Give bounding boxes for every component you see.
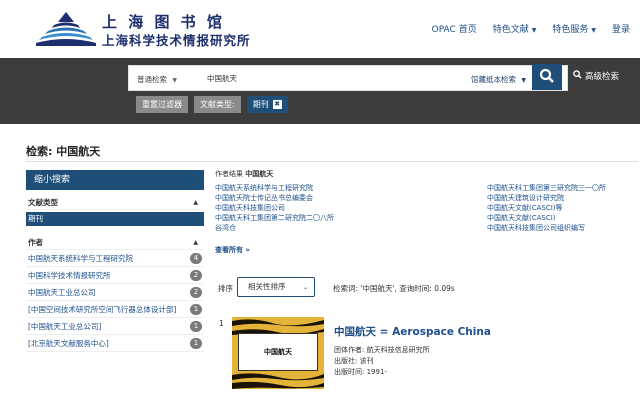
author-link[interactable]: 中国航天建筑设计研究院 bbox=[487, 193, 637, 203]
result-number: 1 bbox=[219, 319, 224, 328]
library-logo[interactable]: 上 海 图 书 馆 上海科学技术情报研究所 bbox=[36, 10, 266, 50]
chevron-down-icon: ▼ bbox=[521, 77, 527, 84]
chevron-down-icon: ▼ bbox=[172, 77, 178, 84]
facet-author-item[interactable]: 中国科学技术情报研究所 2 bbox=[26, 267, 204, 284]
facet-author-item[interactable]: 中国航天系统科学与工程研究院 4 bbox=[26, 250, 204, 267]
logo-title: 上 海 图 书 馆 bbox=[102, 13, 225, 31]
nav-login[interactable]: 登录 bbox=[612, 22, 630, 35]
author-link[interactable]: 中国航天系统科学与工程研究院 bbox=[215, 183, 465, 193]
search-scope-select[interactable]: 普通检索 ▼ bbox=[137, 74, 177, 85]
cover-title: 中国航天 bbox=[238, 333, 318, 371]
reset-filters-button[interactable]: 重置过滤器 bbox=[136, 96, 188, 113]
see-all-authors-link[interactable]: 查看所有 » bbox=[215, 245, 250, 255]
author-link[interactable]: 中国航天科技集团公司 bbox=[215, 203, 465, 213]
nav-special-collections[interactable]: 特色文献 ▼ bbox=[493, 22, 537, 35]
facet-doctype-title[interactable]: 文献类型 ▲ bbox=[26, 196, 204, 210]
facet-author-title[interactable]: 作者 ▲ bbox=[26, 236, 204, 250]
top-navigation: OPAC 首页 特色文献 ▼ 特色服务 ▼ 登录 bbox=[432, 22, 630, 35]
facet-author-item[interactable]: [中国空间技术研究所空间飞行器总体设计部] 1 bbox=[26, 301, 204, 318]
author-link[interactable]: 中国航天科工集团第三研究院三一〇所 bbox=[487, 183, 637, 193]
result-metadata: 团体作者: 航天科技信息研究所 出版社: 该刊 出版时间: 1991- bbox=[334, 346, 430, 376]
nav-opac-home[interactable]: OPAC 首页 bbox=[432, 22, 477, 35]
facet-author-item[interactable]: [中国航天工业总公司] 1 bbox=[26, 318, 204, 335]
search-icon bbox=[573, 70, 582, 82]
count-badge: 4 bbox=[190, 252, 202, 264]
author-links-column: 中国航天系统科学与工程研究院 中国航天院士传记丛书总编委会 中国航天科技集团公司… bbox=[215, 183, 465, 233]
facet-doctype-selected[interactable]: 期刊 bbox=[26, 212, 204, 226]
collapse-arrow-icon[interactable]: ▲ bbox=[193, 239, 198, 246]
author-link[interactable]: 谷湾仓 bbox=[215, 223, 465, 233]
search-button[interactable] bbox=[532, 64, 562, 90]
count-badge: 1 bbox=[190, 320, 202, 332]
author-links-column: 中国航天科工集团第三研究院三一〇所 中国航天建筑设计研究院 中国航天文献(CAS… bbox=[487, 183, 637, 233]
count-badge: 1 bbox=[190, 337, 202, 349]
sort-label: 排序 bbox=[218, 284, 233, 293]
count-badge: 2 bbox=[190, 286, 202, 298]
search-icon bbox=[539, 68, 554, 83]
search-input[interactable] bbox=[207, 69, 457, 87]
author-link[interactable]: 中国航天院士传记丛书总编委会 bbox=[215, 193, 465, 203]
nav-special-services[interactable]: 特色服务 ▼ bbox=[552, 22, 596, 35]
author-results-heading: 作者结果 中国航天 bbox=[215, 170, 274, 178]
refine-sidebar: 缩小搜索 文献类型 ▲ 期刊 作者 ▲ 中国航天系统科学与工程研究院 4 中国科… bbox=[26, 170, 204, 396]
chevron-down-icon: ▼ bbox=[591, 27, 596, 34]
facet-author-item[interactable]: 中国航天工业总公司 2 bbox=[26, 284, 204, 301]
author-link[interactable]: 中国航天科技集团公司组织编写 bbox=[487, 223, 637, 233]
author-link[interactable]: 中国航天文献(CASCI)等 bbox=[487, 203, 637, 213]
advanced-search-link[interactable]: 高级检索 bbox=[573, 70, 619, 82]
sort-select[interactable]: 相关性排序 ⌄ bbox=[237, 277, 315, 297]
result-title-link[interactable]: 中国航天 = Aerospace China bbox=[334, 324, 491, 339]
sidebar-header: 缩小搜索 bbox=[26, 170, 204, 190]
library-scope-select[interactable]: 馆藏纸本检索 ▼ bbox=[471, 74, 526, 85]
divider bbox=[26, 161, 638, 162]
site-header: 上 海 图 书 馆 上海科学技术情报研究所 OPAC 首页 特色文献 ▼ 特色服务… bbox=[0, 0, 640, 58]
filter-chip-journal[interactable]: 期刊 ✖ bbox=[246, 96, 288, 113]
chevron-down-icon: ⌄ bbox=[302, 284, 308, 291]
active-filters: 重置过滤器 文献类型: 期刊 ✖ bbox=[136, 96, 288, 113]
logo-wave-icon bbox=[36, 12, 96, 46]
count-badge: 1 bbox=[190, 303, 202, 315]
search-bar: 普通检索 ▼ 馆藏纸本检索 ▼ bbox=[128, 65, 568, 91]
count-badge: 2 bbox=[190, 269, 202, 281]
facet-author-item[interactable]: [北京航天文献服务中心] 1 bbox=[26, 335, 204, 352]
logo-subtitle: 上海科学技术情报研究所 bbox=[102, 33, 251, 48]
chevron-down-icon: ▼ bbox=[531, 27, 537, 34]
filter-type-label: 文献类型: bbox=[194, 96, 241, 113]
collapse-arrow-icon[interactable]: ▲ bbox=[193, 199, 198, 206]
remove-filter-icon[interactable]: ✖ bbox=[272, 100, 282, 109]
author-link[interactable]: 中国航天科工集团第二研究院二〇八所 bbox=[215, 213, 465, 223]
author-link[interactable]: 中国航天文献(CASCI) bbox=[487, 213, 637, 223]
result-cover-image[interactable]: 中国航天 bbox=[232, 317, 324, 389]
page-title: 检索: 中国航天 bbox=[26, 145, 101, 158]
query-info: 检索词: '中国航天', 查询时间: 0.09s bbox=[333, 284, 455, 293]
